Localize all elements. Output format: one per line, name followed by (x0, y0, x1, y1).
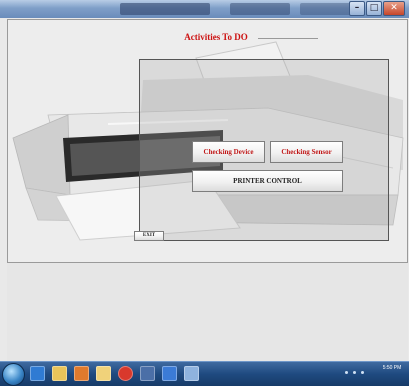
app-icon[interactable] (140, 366, 155, 381)
checking-sensor-button[interactable]: Checking Sensor (270, 141, 343, 163)
checking-device-button[interactable]: Checking Device (192, 141, 265, 163)
page-title: Activities To DO (184, 32, 248, 42)
clock-time: 5:50 PM (382, 365, 402, 371)
explorer-icon[interactable] (96, 366, 111, 381)
tray-icon[interactable] (361, 371, 364, 374)
titlebar-blurred-text (120, 3, 210, 15)
ie-icon[interactable] (30, 366, 45, 381)
tray-icon[interactable] (345, 371, 348, 374)
start-orb-icon[interactable] (2, 363, 25, 386)
app-frame: Activities To DO Checking Device Checkin… (7, 19, 408, 263)
window-controls: – □ ✕ (349, 1, 405, 16)
printer-control-button[interactable]: PRINTER CONTROL (192, 170, 343, 192)
taskbar-clock[interactable]: 5:50 PM (379, 364, 405, 372)
minimize-button[interactable]: – (349, 1, 365, 16)
tray-icon[interactable] (353, 371, 356, 374)
window-titlebar: – □ ✕ (0, 0, 409, 18)
media-player-icon[interactable] (74, 366, 89, 381)
taskbar: 5:50 PM (0, 361, 409, 386)
system-tray (339, 367, 379, 380)
chrome-icon[interactable] (118, 366, 133, 381)
titlebar-blurred-text (230, 3, 290, 15)
exit-button[interactable]: EXIT (134, 231, 164, 241)
empty-panel (7, 263, 408, 361)
app-window-icon[interactable] (184, 366, 199, 381)
maximize-button[interactable]: □ (366, 1, 382, 16)
word-icon[interactable] (162, 366, 177, 381)
close-button[interactable]: ✕ (383, 1, 405, 16)
folder-icon[interactable] (52, 366, 67, 381)
